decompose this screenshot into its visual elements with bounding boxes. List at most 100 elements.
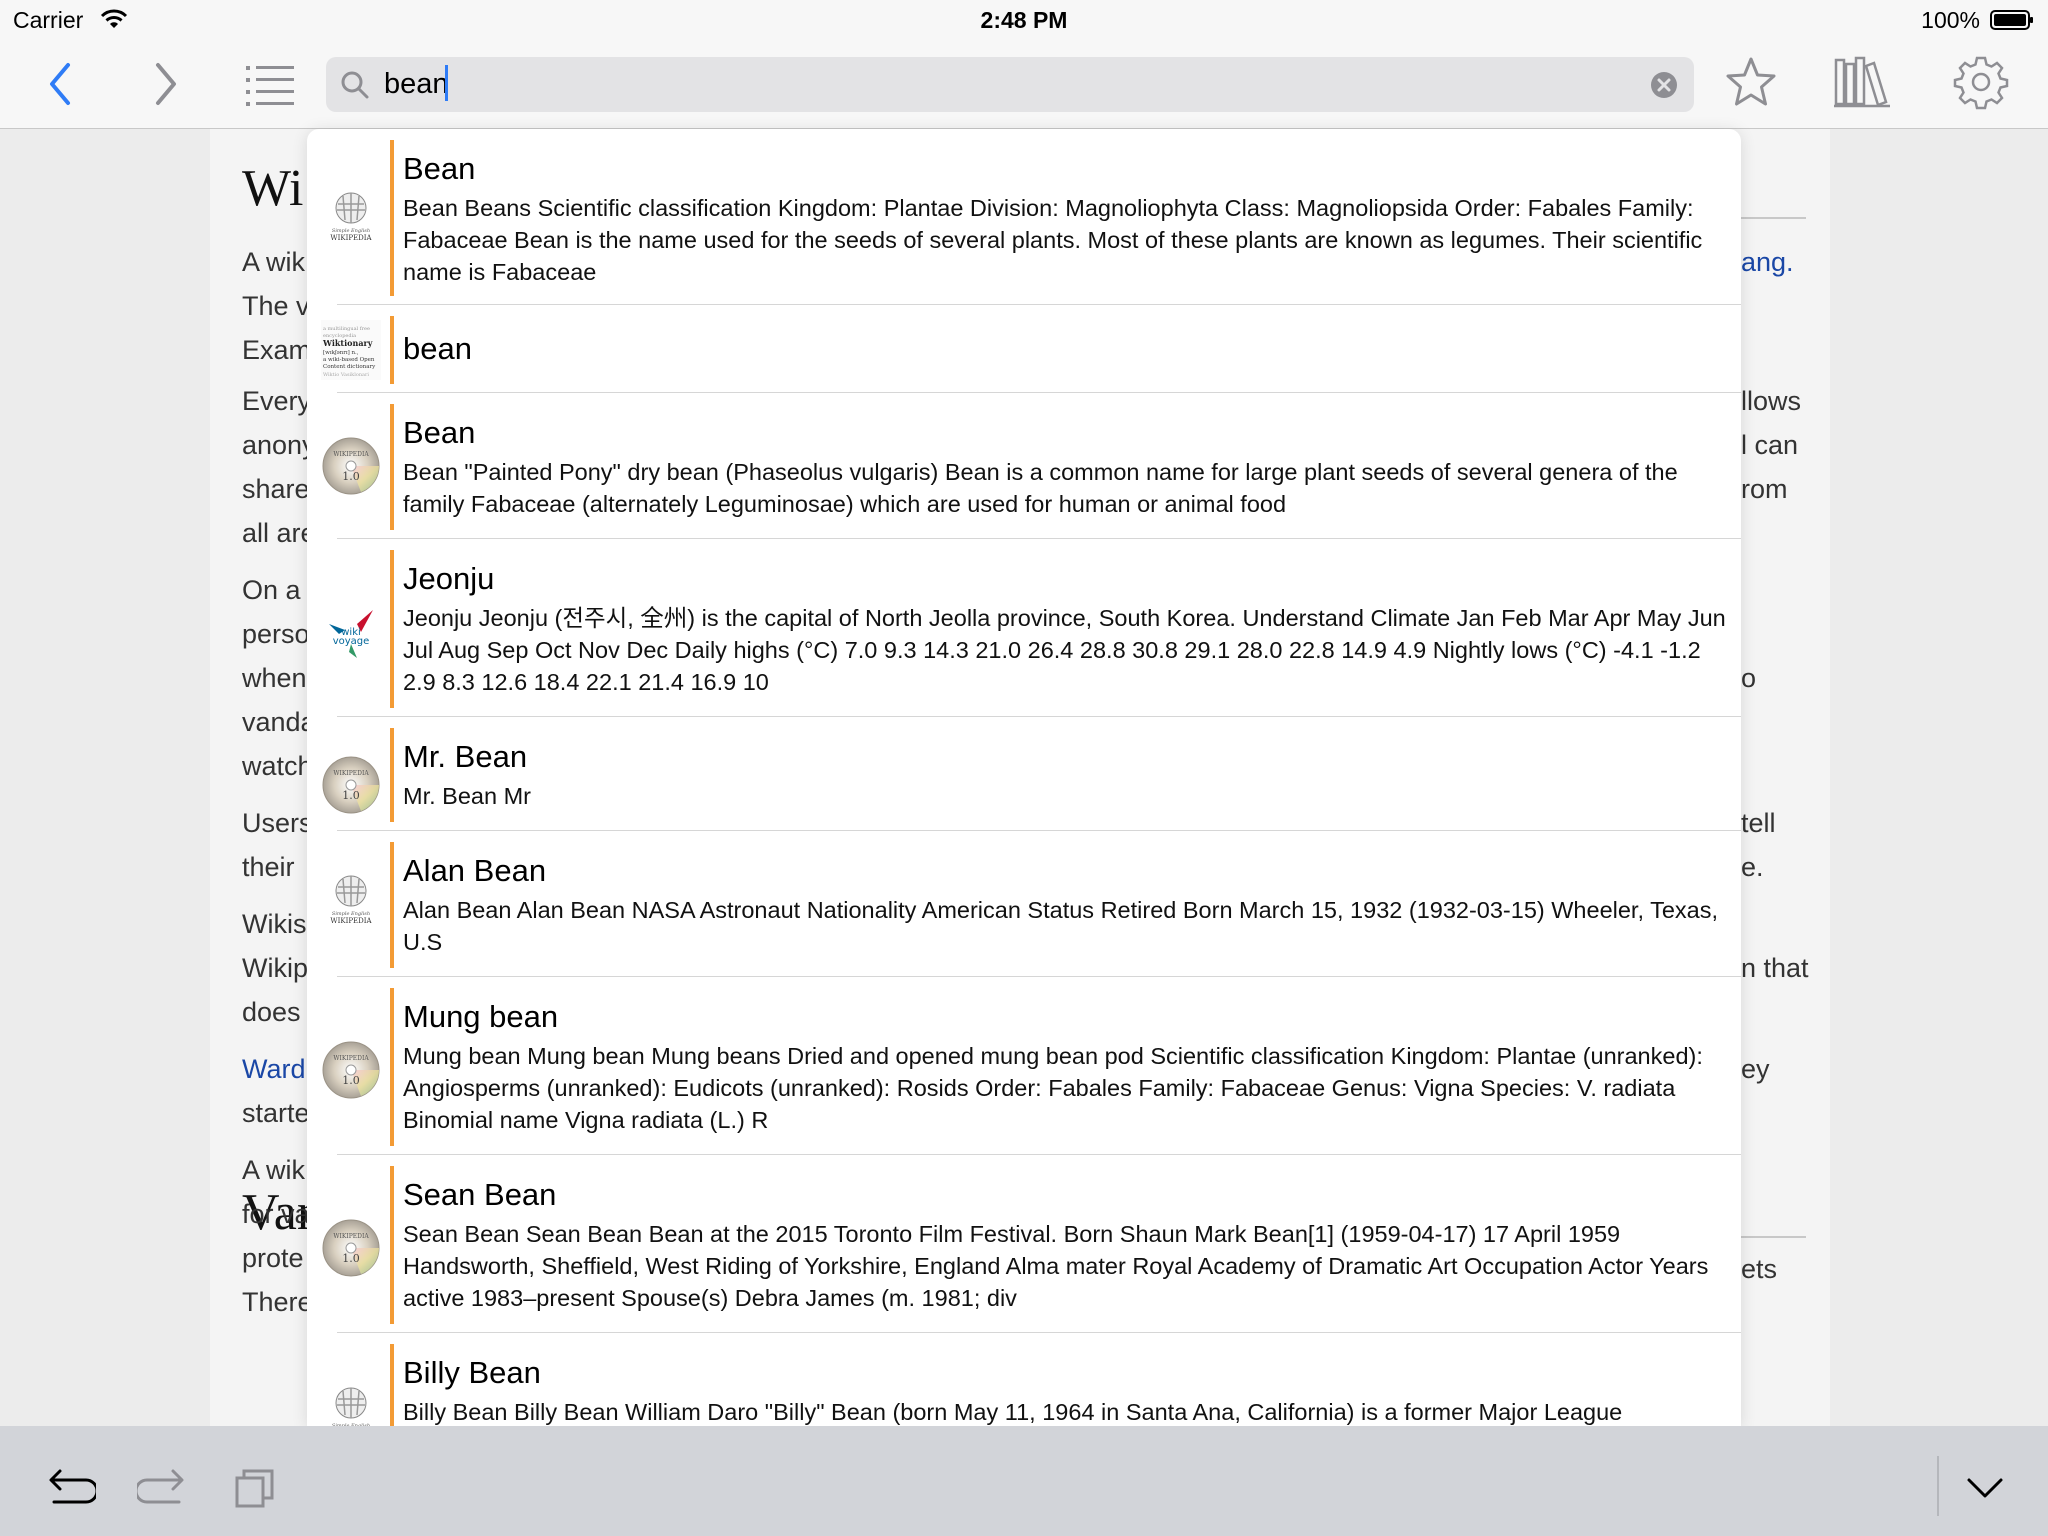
heading-rule bbox=[1741, 1236, 1806, 1238]
result-title: Bean bbox=[403, 415, 476, 450]
article-text-fragment: ey bbox=[1741, 1054, 1770, 1084]
svg-text:Wiktionary: Wiktionary bbox=[322, 338, 373, 348]
bookmark-star-icon[interactable] bbox=[1723, 55, 1779, 111]
wikipedia-1-0-cd-icon: WIKIPEDIA 1.0 bbox=[321, 436, 381, 496]
article-text-fragment: does bbox=[242, 997, 301, 1027]
article-text-fragment: when bbox=[242, 663, 307, 693]
article-text-fragment[interactable]: ang. bbox=[1741, 247, 1794, 278]
text-caret bbox=[445, 65, 448, 101]
search-result[interactable]: wiki voyage Jeonju Jeonju Jeonju (전주시, 全州) … bbox=[307, 539, 1741, 717]
search-result[interactable]: Simple EnglishWIKIPEDIA Billy Bean Billy B… bbox=[307, 1333, 1741, 1426]
result-snippet: Alan Bean Alan Bean NASA Astronaut Natio… bbox=[403, 897, 1719, 955]
search-result[interactable]: a multilingual free encyclopedia Wiktionar… bbox=[307, 305, 1741, 393]
simple-english-wikipedia-icon: Simple EnglishWIKIPEDIA bbox=[321, 1381, 381, 1426]
undo-icon[interactable] bbox=[46, 1466, 96, 1510]
status-bar: Carrier 2:48 PM 100% bbox=[0, 0, 2048, 42]
article-text-fragment: ets bbox=[1741, 1254, 1778, 1284]
search-result[interactable]: WIKIPEDIA 1.0 Sean Bean Sean Bean Sean Bean… bbox=[307, 1155, 1741, 1333]
simple-english-wikipedia-icon: Simple EnglishWIKIPEDIA bbox=[321, 869, 381, 929]
result-snippet: Sean Bean Sean Bean Bean at the 2015 Tor… bbox=[403, 1221, 1709, 1311]
result-title: Bean bbox=[403, 151, 476, 186]
table-of-contents-icon[interactable] bbox=[244, 60, 296, 108]
simple-english-wikipedia-icon: Simple EnglishWIKIPEDIA bbox=[321, 186, 381, 246]
tabs-icon[interactable] bbox=[234, 1466, 278, 1510]
result-title: Sean Bean bbox=[403, 1177, 557, 1212]
article-text-fragment: On a bbox=[242, 575, 301, 605]
result-title: Mr. Bean bbox=[403, 739, 528, 774]
result-title: bean bbox=[403, 331, 472, 366]
article-text-fragment[interactable]: Ward bbox=[242, 1054, 306, 1085]
wikipedia-1-0-cd-icon: WIKIPEDIA 1.0 bbox=[321, 1040, 381, 1100]
battery-percent: 100% bbox=[1921, 7, 1980, 33]
result-accent-bar bbox=[390, 140, 394, 296]
article-text-fragment: A wik bbox=[242, 247, 306, 277]
result-accent-bar bbox=[390, 842, 394, 968]
result-title: Billy Bean bbox=[403, 1355, 541, 1390]
toolbar-divider bbox=[1937, 1456, 1939, 1516]
search-result[interactable]: WIKIPEDIA 1.0 Bean Bean "Painted Pony" dry … bbox=[307, 393, 1741, 539]
result-accent-bar bbox=[390, 1166, 394, 1324]
result-snippet: Mr. Bean Mr bbox=[403, 783, 531, 809]
redo-icon[interactable] bbox=[137, 1466, 187, 1510]
result-title: Mung bean bbox=[403, 999, 559, 1034]
svg-text:WIKIPEDIA: WIKIPEDIA bbox=[330, 234, 372, 242]
search-results-list: Simple English WIKIPEDIA Bean Bean Beans Sc… bbox=[307, 129, 1741, 1426]
result-snippet: Bean "Painted Pony" dry bean (Phaseolus … bbox=[403, 459, 1678, 517]
result-accent-bar bbox=[390, 404, 394, 530]
battery-icon bbox=[1990, 10, 2033, 30]
search-result[interactable]: Simple English WIKIPEDIA Alan Bean Alan Bea… bbox=[307, 831, 1741, 977]
heading-rule bbox=[1741, 217, 1806, 219]
result-snippet: Jeonju Jeonju (전주시, 全州) is the capital o… bbox=[403, 605, 1726, 695]
article-text-fragment: tell bbox=[1741, 808, 1776, 838]
article-text-fragment: Exam bbox=[242, 335, 312, 365]
article-text-fragment: their bbox=[242, 852, 295, 882]
article-heading: Wi bbox=[242, 160, 304, 217]
article-text-fragment: Wikip bbox=[242, 953, 308, 983]
article-text-fragment: n that bbox=[1741, 953, 1809, 983]
clear-icon[interactable] bbox=[1650, 71, 1678, 99]
result-snippet: Bean Beans Scientific classification Kin… bbox=[403, 195, 1703, 285]
search-result[interactable]: WIKIPEDIA 1.0 Mr. Bean Mr. Bean Mr bbox=[307, 717, 1741, 831]
collapse-chevron-icon[interactable] bbox=[1965, 1474, 2005, 1502]
svg-text:WIKIPEDIA: WIKIPEDIA bbox=[330, 917, 372, 925]
forward-icon[interactable] bbox=[148, 61, 182, 107]
svg-text:1.0: 1.0 bbox=[342, 1252, 360, 1265]
article-text-fragment: vanda bbox=[242, 707, 316, 737]
article-text-fragment: share bbox=[242, 474, 310, 504]
svg-text:a multilingual free: a multilingual free bbox=[323, 326, 370, 332]
search-input[interactable] bbox=[384, 65, 1584, 103]
svg-text:WIKIPEDIA: WIKIPEDIA bbox=[333, 1055, 369, 1062]
settings-gear-icon[interactable] bbox=[1953, 54, 2009, 110]
article-text-fragment: Users bbox=[242, 808, 313, 838]
clock: 2:48 PM bbox=[980, 7, 1068, 33]
search-bar[interactable] bbox=[326, 57, 1694, 112]
article-text-fragment: perso bbox=[242, 619, 310, 649]
search-result[interactable]: Simple English WIKIPEDIA Bean Bean Beans Sc… bbox=[307, 129, 1741, 305]
svg-text:[wɪkʃənrɪ] n.,: [wɪkʃənrɪ] n., bbox=[323, 350, 359, 356]
article-text-fragment: prote bbox=[242, 1243, 304, 1273]
svg-text:WIKIPEDIA: WIKIPEDIA bbox=[333, 451, 369, 458]
article-text-fragment: The v bbox=[242, 291, 310, 321]
back-icon[interactable] bbox=[44, 61, 78, 107]
article-text-fragment: e. bbox=[1741, 852, 1764, 882]
search-result[interactable]: WIKIPEDIA 1.0 Mung bean Mung bean Mung bean… bbox=[307, 977, 1741, 1155]
article-text-fragment: rom bbox=[1741, 474, 1788, 504]
result-snippet: Billy Bean Billy Bean William Daro "Bill… bbox=[403, 1399, 1623, 1425]
bottom-toolbar bbox=[0, 1426, 2048, 1536]
article-text-fragment: llows bbox=[1741, 386, 1802, 416]
article-text-fragment: There bbox=[242, 1287, 313, 1317]
search-icon bbox=[341, 71, 369, 99]
library-icon[interactable] bbox=[1832, 54, 1892, 110]
article-text-fragment: anony bbox=[242, 430, 316, 460]
article-text-fragment: starte bbox=[242, 1098, 310, 1128]
result-title: Jeonju bbox=[403, 561, 495, 596]
result-accent-bar bbox=[390, 316, 394, 384]
result-title: Alan Bean bbox=[403, 853, 547, 888]
result-accent-bar bbox=[390, 1344, 394, 1426]
svg-text:1.0: 1.0 bbox=[342, 470, 360, 483]
result-accent-bar bbox=[390, 550, 394, 708]
svg-text:voyage: voyage bbox=[333, 636, 370, 647]
result-accent-bar bbox=[390, 728, 394, 822]
article-text-fragment: watch bbox=[242, 751, 313, 781]
wikivoyage-icon: wiki voyage bbox=[321, 602, 381, 662]
